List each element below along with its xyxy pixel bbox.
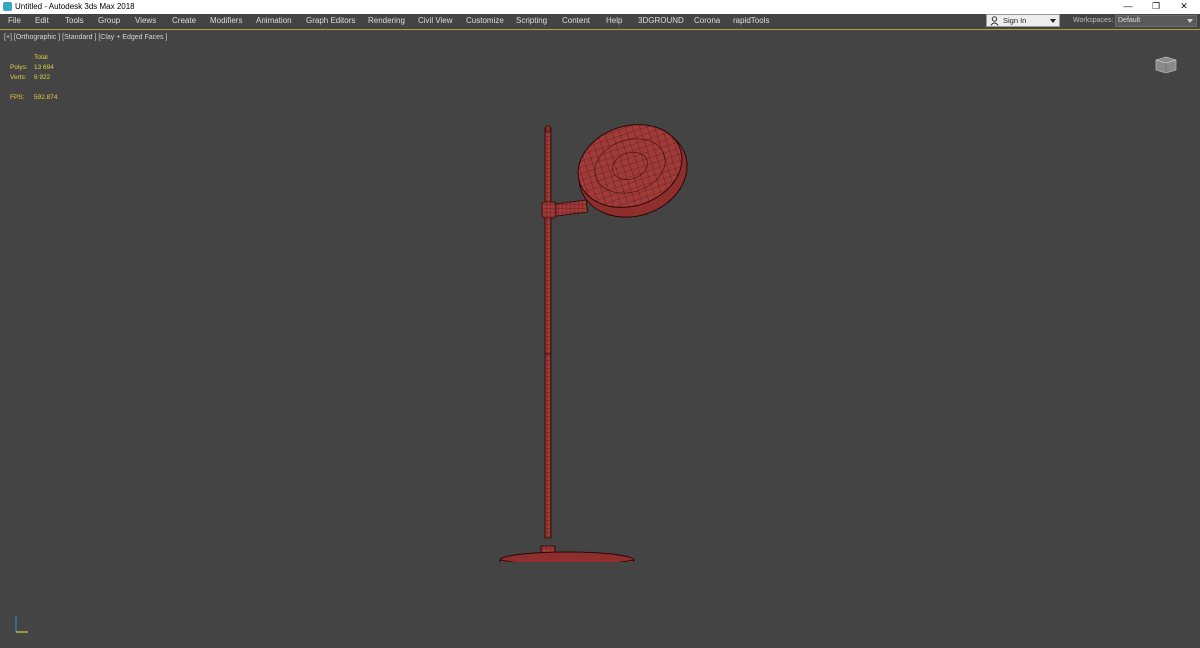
polys-label: Polys: bbox=[10, 64, 28, 71]
menu-help[interactable]: Help bbox=[606, 14, 622, 29]
verts-label: Verts: bbox=[10, 74, 27, 81]
lamp-joint[interactable] bbox=[541, 199, 589, 219]
menu-graph-editors[interactable]: Graph Editors bbox=[306, 14, 355, 29]
menu-civil-view[interactable]: Civil View bbox=[418, 14, 453, 29]
menu-modifiers[interactable]: Modifiers bbox=[210, 14, 242, 29]
menu-views[interactable]: Views bbox=[135, 14, 156, 29]
menu-file[interactable]: File bbox=[8, 14, 21, 29]
menu-tools[interactable]: Tools bbox=[65, 14, 84, 29]
close-button[interactable]: ✕ bbox=[1170, 0, 1198, 14]
menu-group[interactable]: Group bbox=[98, 14, 120, 29]
workspace-value: Default bbox=[1118, 17, 1141, 24]
viewport-statistics: Total Polys: 13 694 Verts: 6 922 FPS: 59… bbox=[10, 53, 90, 103]
verts-value: 6 922 bbox=[34, 74, 51, 81]
polys-value: 13 694 bbox=[34, 64, 54, 71]
desk-lamp-model[interactable] bbox=[490, 92, 700, 562]
lamp-head[interactable] bbox=[567, 112, 699, 231]
viewport-label[interactable]: [+] [Orthographic ] [Standard ] [Clay + … bbox=[4, 33, 167, 42]
minimize-button[interactable]: — bbox=[1114, 0, 1142, 14]
title-bar: Untitled - Autodesk 3ds Max 2018 — ❐ ✕ bbox=[0, 0, 1200, 14]
viewcube-icon[interactable] bbox=[1153, 54, 1179, 74]
restore-button[interactable]: ❐ bbox=[1142, 0, 1170, 14]
menu-animation[interactable]: Animation bbox=[256, 14, 292, 29]
menu-scripting[interactable]: Scripting bbox=[516, 14, 547, 29]
orthographic-viewport[interactable]: [+] [Orthographic ] [Standard ] [Clay + … bbox=[0, 30, 1200, 648]
menu-customize[interactable]: Customize bbox=[466, 14, 504, 29]
workspaces-label: Workspaces: bbox=[1073, 17, 1114, 24]
workspaces-select[interactable]: Default bbox=[1115, 15, 1197, 27]
menu-edit[interactable]: Edit bbox=[35, 14, 49, 29]
chevron-down-icon bbox=[1050, 19, 1056, 23]
fps-label: FPS: bbox=[10, 94, 25, 101]
fps-value: 592,874 bbox=[34, 94, 58, 101]
user-icon bbox=[990, 16, 999, 26]
menu-create[interactable]: Create bbox=[172, 14, 196, 29]
menu-3dground[interactable]: 3DGROUND bbox=[638, 14, 684, 29]
menu-rapidtools[interactable]: rapidTools bbox=[733, 14, 769, 29]
chevron-down-icon bbox=[1187, 19, 1193, 23]
lamp-base[interactable] bbox=[499, 545, 635, 562]
window-title: Untitled - Autodesk 3ds Max 2018 bbox=[15, 2, 135, 11]
menu-rendering[interactable]: Rendering bbox=[368, 14, 405, 29]
lamp-pole[interactable] bbox=[544, 125, 552, 539]
app-icon bbox=[3, 2, 12, 11]
stats-header: Total bbox=[34, 54, 48, 61]
menu-content[interactable]: Content bbox=[562, 14, 590, 29]
sign-in-dropdown[interactable]: Sign In bbox=[986, 14, 1060, 27]
axis-tripod-icon bbox=[15, 616, 28, 633]
sign-in-label: Sign In bbox=[1003, 16, 1027, 25]
menu-corona[interactable]: Corona bbox=[694, 14, 720, 29]
